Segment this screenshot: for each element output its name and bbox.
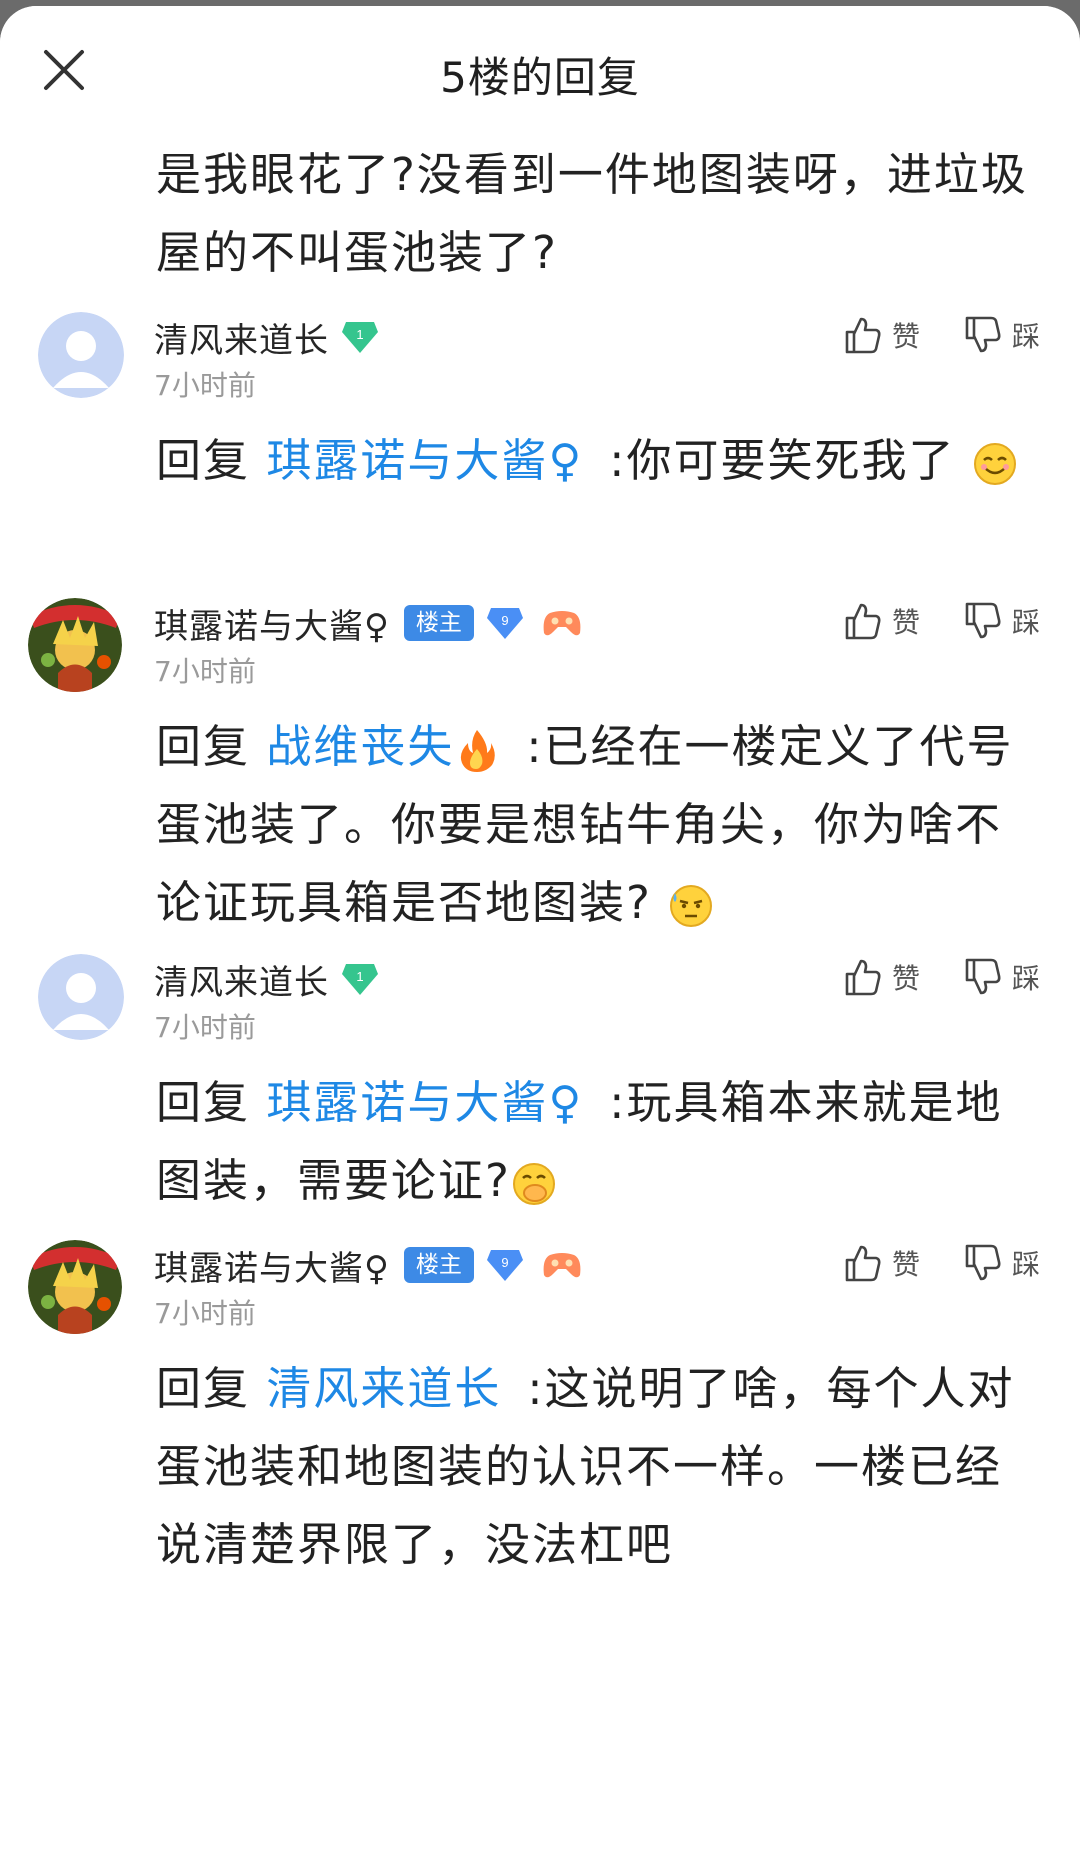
mention-link[interactable]: 战维丧失 [266, 720, 454, 773]
dislike-label: 踩 [1011, 606, 1040, 639]
vote-actions: 赞 踩 [800, 314, 1040, 356]
like-label: 赞 [891, 962, 920, 995]
thumbs-down-icon [965, 958, 1001, 995]
diamond-level-icon: 1 [342, 322, 378, 353]
like-button[interactable]: 赞 [842, 314, 920, 356]
svg-text:1: 1 [356, 327, 363, 342]
header-bar: 5楼的回复 [0, 6, 1080, 124]
level-badge: 1 [341, 320, 379, 354]
mention-link[interactable]: 琪露诺与大酱♀ [266, 1076, 583, 1129]
like-label: 赞 [891, 320, 920, 353]
post-time: 7小时前 [154, 655, 256, 688]
name-row: 琪露诺与大酱♀ 楼主 9 [154, 598, 582, 648]
reply-text: 回复 清风来道长:这说明了啥，每个人对蛋池装和地图装的认识不一样。一楼已经说清楚… [156, 1350, 1036, 1584]
smile-emoji-icon [972, 441, 1018, 487]
vote-actions: 赞 踩 [800, 956, 1040, 998]
post-time: 7小时前 [154, 1297, 256, 1330]
username[interactable]: 琪露诺与大酱♀ [154, 599, 390, 648]
like-button[interactable]: 赞 [842, 1242, 920, 1284]
vote-actions: 赞 踩 [800, 1242, 1040, 1284]
like-button[interactable]: 赞 [842, 600, 920, 642]
floor-content: 是我眼花了?没看到一件地图装呀，进垃圾屋的不叫蛋池装了? [156, 148, 1028, 279]
reply-prefix: 回复 [156, 1362, 251, 1415]
reply-prefix: 回复 [156, 1076, 251, 1129]
username[interactable]: 清风来道长 [154, 313, 329, 362]
owner-badge: 楼主 [403, 1247, 474, 1283]
owner-badge: 楼主 [403, 605, 474, 641]
thumbs-up-icon [845, 959, 881, 996]
username[interactable]: 琪露诺与大酱♀ [154, 1241, 390, 1290]
reply-body: :你可要笑死我了 [609, 434, 956, 487]
reply-text: 回复 琪露诺与大酱♀ :你可要笑死我了 [156, 422, 1036, 500]
name-row: 清风来道长 1 [154, 312, 379, 362]
thumbs-up-icon [845, 603, 881, 640]
like-label: 赞 [891, 606, 920, 639]
avatar[interactable] [28, 1240, 122, 1334]
thumbs-up-icon [845, 1245, 881, 1282]
diamond-level-icon: 1 [342, 964, 378, 995]
level-badge: 1 [341, 962, 379, 996]
gamepad-icon [542, 1249, 582, 1281]
custom-avatar-icon [28, 1240, 122, 1334]
thumbs-up-icon [845, 317, 881, 354]
mention-link[interactable]: 琪露诺与大酱♀ [266, 434, 583, 487]
gamepad-icon [542, 607, 582, 639]
dislike-label: 踩 [1011, 962, 1040, 995]
page-title: 5楼的回复 [440, 53, 640, 102]
post-time: 7小时前 [154, 1011, 256, 1044]
custom-avatar-icon [28, 598, 122, 692]
vote-actions: 赞 踩 [800, 600, 1040, 642]
diamond-level-icon: 9 [486, 608, 523, 639]
post-time: 7小时前 [154, 369, 256, 402]
name-row: 琪露诺与大酱♀ 楼主 9 [154, 1240, 582, 1290]
thumbs-down-icon [965, 1244, 1001, 1281]
sweat-emoji-icon [668, 883, 714, 929]
dislike-button[interactable]: 踩 [962, 956, 1040, 998]
cover-mouth-emoji-icon [511, 1161, 557, 1207]
dislike-label: 踩 [1011, 1248, 1040, 1281]
username[interactable]: 清风来道长 [154, 955, 329, 1004]
reply-text: 回复 战维丧失:已经在一楼定义了代号蛋池装了。你要是想钻牛角尖，你为啥不论证玩具… [156, 708, 1036, 942]
svg-text:1: 1 [356, 969, 363, 984]
svg-text:9: 9 [501, 1255, 508, 1270]
thumbs-down-icon [965, 316, 1001, 353]
dislike-button[interactable]: 踩 [962, 1242, 1040, 1284]
like-label: 赞 [891, 1248, 920, 1281]
level-badge: 9 [486, 606, 524, 640]
reply-prefix: 回复 [156, 434, 251, 487]
dislike-button[interactable]: 踩 [962, 600, 1040, 642]
name-row: 清风来道长 1 [154, 954, 379, 1004]
avatar[interactable] [28, 598, 122, 692]
default-avatar-icon [38, 954, 124, 1040]
avatar[interactable] [38, 312, 124, 398]
mention-link[interactable]: 清风来道长 [266, 1362, 501, 1415]
reply-text: 回复 琪露诺与大酱♀:玩具箱本来就是地图装，需要论证? [156, 1064, 1036, 1220]
diamond-level-icon: 9 [486, 1250, 523, 1281]
like-button[interactable]: 赞 [842, 956, 920, 998]
fire-emoji-icon [454, 727, 500, 773]
avatar[interactable] [38, 954, 124, 1040]
level-badge: 9 [486, 1248, 524, 1282]
thumbs-down-icon [965, 602, 1001, 639]
svg-text:9: 9 [501, 613, 508, 628]
dislike-button[interactable]: 踩 [962, 314, 1040, 356]
reply-sheet: 5楼的回复 是我眼花了?没看到一件地图装呀，进垃圾屋的不叫蛋池装了? 清风来道长… [0, 6, 1080, 1860]
dislike-label: 踩 [1011, 320, 1040, 353]
reply-prefix: 回复 [156, 720, 251, 773]
default-avatar-icon [38, 312, 124, 398]
